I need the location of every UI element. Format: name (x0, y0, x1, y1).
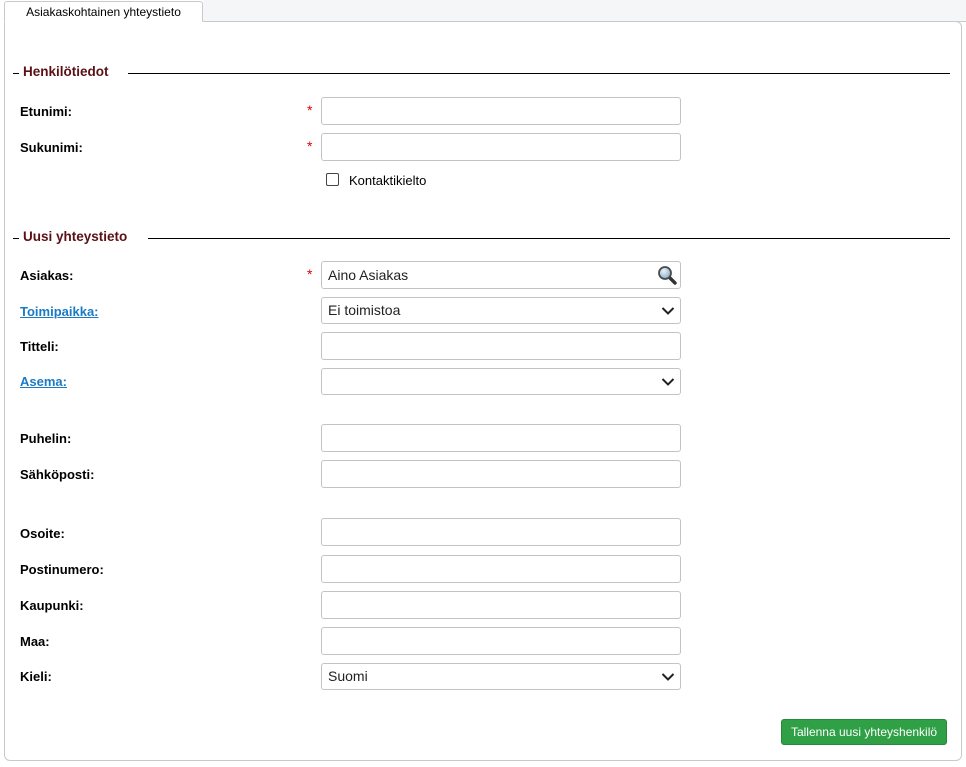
tab-asiakaskohtainen[interactable]: Asiakaskohtainen yhteystieto (4, 1, 203, 22)
save-contact-button[interactable]: Tallenna uusi yhteyshenkilö (781, 719, 947, 745)
osoite-label: Osoite: (20, 526, 65, 541)
chevron-down-icon (661, 307, 675, 315)
asema-label[interactable]: Asema: (20, 374, 67, 389)
postinumero-input[interactable] (321, 555, 681, 583)
section-personal: Henkilötiedot (13, 64, 950, 80)
chevron-down-icon (661, 378, 675, 386)
puhelin-input[interactable] (321, 424, 681, 452)
kontaktikielto-checkbox[interactable] (326, 173, 339, 186)
section-title: Uusi yhteystieto (23, 229, 128, 244)
toimipaikka-label[interactable]: Toimipaikka: (20, 304, 99, 319)
magnifier-icon[interactable] (657, 265, 677, 285)
sahkoposti-label: Sähköposti: (20, 467, 95, 482)
kieli-label: Kieli: (20, 669, 52, 684)
etunimi-input[interactable] (321, 97, 681, 125)
required-marker: * (307, 266, 313, 282)
puhelin-label: Puhelin: (20, 431, 72, 446)
etunimi-label: Etunimi: (20, 104, 72, 119)
section-contact: Uusi yhteystieto (13, 229, 950, 245)
kaupunki-input[interactable] (321, 591, 681, 619)
asiakas-input[interactable]: Aino Asiakas (321, 261, 681, 289)
kontaktikielto-label[interactable]: Kontaktikielto (349, 173, 426, 188)
required-marker: * (307, 102, 313, 118)
maa-input[interactable] (321, 627, 681, 655)
tab-strip (203, 0, 966, 22)
asiakas-label: Asiakas: (20, 268, 74, 283)
section-title: Henkilötiedot (23, 64, 109, 79)
sukunimi-label: Sukunimi: (20, 140, 83, 155)
osoite-input[interactable] (321, 518, 681, 546)
sahkoposti-input[interactable] (321, 460, 681, 488)
sukunimi-input[interactable] (321, 133, 681, 161)
titteli-input[interactable] (321, 332, 681, 360)
titteli-label: Titteli: (20, 339, 59, 354)
postinumero-label: Postinumero: (20, 562, 104, 577)
asema-select[interactable] (321, 368, 681, 395)
chevron-down-icon (661, 673, 675, 681)
kaupunki-label: Kaupunki: (20, 598, 84, 613)
toimipaikka-select[interactable]: Ei toimistoa (321, 297, 681, 324)
required-marker: * (307, 138, 313, 154)
maa-label: Maa: (20, 634, 50, 649)
kieli-select[interactable]: Suomi (321, 663, 681, 690)
